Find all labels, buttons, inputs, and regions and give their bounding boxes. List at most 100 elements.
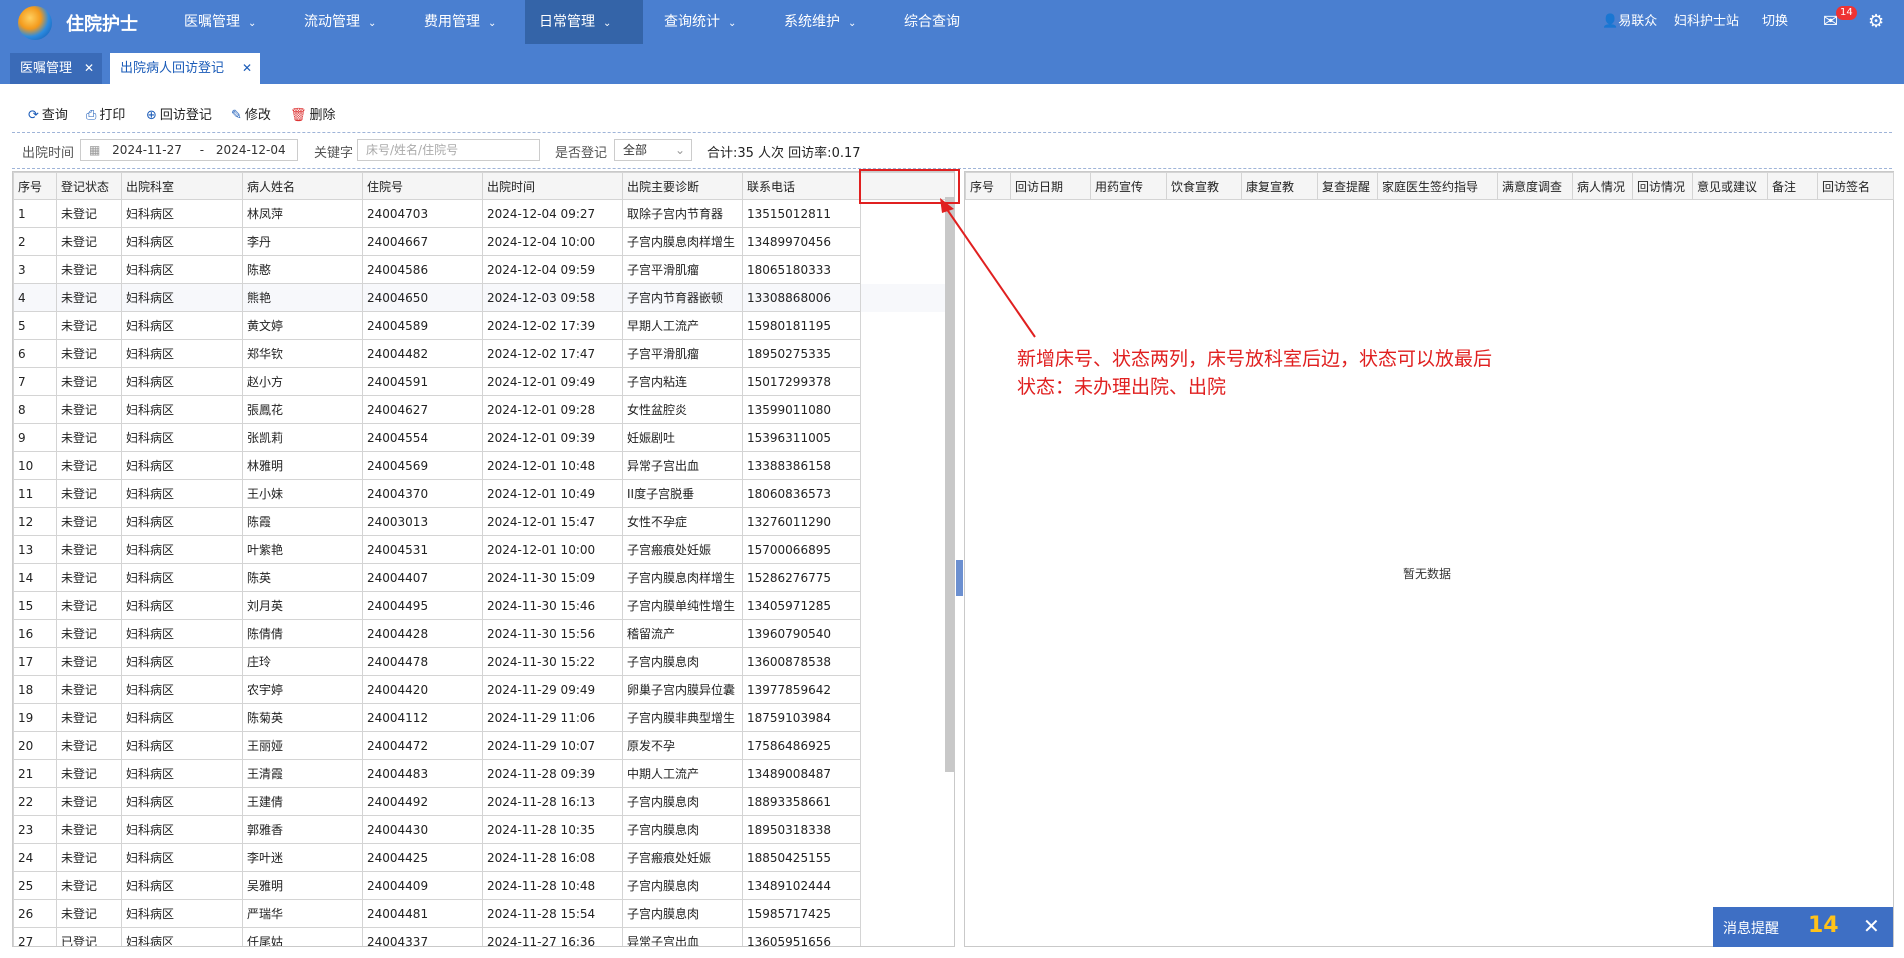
table-cell: 18060836573: [742, 479, 861, 508]
table-cell: 2024-12-04 10:00: [482, 227, 623, 256]
menu-flow-management[interactable]: 流动管理 ⌄: [290, 0, 410, 44]
table-row[interactable]: 20 未登记 妇科病区 王丽娅 24004472 2024-11-29 10:07 原发不孕…: [13, 731, 955, 760]
column-header[interactable]: 登记状态: [56, 172, 122, 200]
column-header[interactable]: 用药宣传: [1090, 172, 1167, 200]
table-row[interactable]: 16 未登记 妇科病区 陈倩倩 24004428 2024-11-30 15:56 稽留流产…: [13, 619, 955, 648]
message-reminder[interactable]: 消息提醒 14 ✕: [1713, 907, 1893, 947]
column-header[interactable]: 饮食宣教: [1166, 172, 1242, 200]
table-cell: 2024-11-30 15:46: [482, 591, 623, 620]
table-cell: 6: [13, 339, 57, 368]
edit-button[interactable]: ✎ 修改: [231, 104, 271, 123]
table-cell: 严瑞华: [242, 899, 363, 928]
table-row[interactable]: 22 未登记 妇科病区 王建倩 24004492 2024-11-28 16:13 子宫内膜…: [13, 787, 955, 816]
column-header[interactable]: 序号: [13, 172, 57, 200]
table-cell: 13308868006: [742, 283, 861, 312]
table-cell: 未登记: [56, 815, 122, 844]
menu-query-stats[interactable]: 查询统计 ⌄: [650, 0, 770, 44]
table-row[interactable]: 3 未登记 妇科病区 陈憨 24004586 2024-12-04 09:59 子宫平滑肌瘤…: [13, 255, 955, 284]
table-cell: 2024-11-28 16:08: [482, 843, 623, 872]
switch-button[interactable]: 切换: [1762, 0, 1788, 44]
query-button[interactable]: ⟳ 查询: [28, 104, 68, 123]
table-row[interactable]: 21 未登记 妇科病区 王清霞 24004483 2024-11-28 09:39 中期人工…: [13, 759, 955, 788]
column-header[interactable]: 住院号: [362, 172, 483, 200]
table-row[interactable]: 15 未登记 妇科病区 刘月英 24004495 2024-11-30 15:46 子宫内膜…: [13, 591, 955, 620]
table-row[interactable]: 9 未登记 妇科病区 张凯莉 24004554 2024-12-01 09:39 妊娠剧吐 1…: [13, 423, 955, 452]
table-row[interactable]: 4 未登记 妇科病区 熊艳 24004650 2024-12-03 09:58 子宫内节育器…: [13, 283, 954, 312]
table-cell: 妇科病区: [121, 479, 243, 508]
table-row[interactable]: 1 未登记 妇科病区 林凤萍 24004703 2024-12-04 09:27 取除子宫内…: [13, 199, 955, 228]
tab-order-management[interactable]: 医嘱管理 ✕: [10, 53, 102, 84]
gear-icon[interactable]: ⚙: [1868, 0, 1884, 44]
menu-order-management[interactable]: 医嘱管理 ⌄: [170, 0, 290, 44]
table-row[interactable]: 24 未登记 妇科病区 李叶迷 24004425 2024-11-28 16:08 子宫瘢痕…: [13, 843, 955, 872]
registered-label: 是否登记: [555, 146, 608, 161]
table-row[interactable]: 25 未登记 妇科病区 吴雅明 24004409 2024-11-28 10:48 子宫内膜…: [13, 871, 955, 900]
table-row[interactable]: 12 未登记 妇科病区 陈霞 24003013 2024-12-01 15:47 女性不孕症…: [13, 507, 955, 536]
column-header[interactable]: 回访签名: [1817, 172, 1894, 200]
table-row[interactable]: 2 未登记 妇科病区 李丹 24004667 2024-12-04 10:00 子宫内膜息肉…: [13, 227, 955, 256]
annotation-line-2: 状态：未办理出院、出院: [1017, 376, 1227, 398]
table-row[interactable]: 8 未登记 妇科病区 張鳳花 24004627 2024-12-01 09:28 女性盆腔炎…: [13, 395, 955, 424]
table-row[interactable]: 5 未登记 妇科病区 黄文婷 24004589 2024-12-02 17:39 早期人工流…: [13, 311, 955, 340]
table-cell: 2024-12-01 09:49: [482, 367, 623, 396]
table-row[interactable]: 17 未登记 妇科病区 庄玲 24004478 2024-11-30 15:22 子宫内膜息…: [13, 647, 955, 676]
table-cell: 稽留流产: [622, 619, 743, 648]
delete-button[interactable]: 🗑 删除: [290, 104, 336, 123]
registered-select[interactable]: 全部 ⌄: [614, 139, 692, 161]
column-header[interactable]: 病人姓名: [242, 172, 363, 200]
table-cell: 2024-12-02 17:39: [482, 311, 623, 340]
menu-comprehensive-query[interactable]: 综合查询: [890, 0, 990, 44]
menu-fee-management[interactable]: 费用管理 ⌄: [410, 0, 525, 44]
column-header[interactable]: 病人情况: [1572, 172, 1633, 200]
mail-icon[interactable]: ✉: [1823, 0, 1838, 44]
tab-discharge-revisit[interactable]: 出院病人回访登记 ✕: [110, 53, 260, 84]
table-row[interactable]: 27 已登记 妇科病区 任尾姑 24004337 2024-11-27 16:36 异常子宫…: [13, 927, 955, 946]
table-row[interactable]: 23 未登记 妇科病区 郭雅香 24004430 2024-11-28 10:35 子宫内膜…: [13, 815, 955, 844]
column-header[interactable]: 满意度调查: [1497, 172, 1573, 200]
column-header[interactable]: 联系电话: [742, 172, 861, 200]
table-cell: 女性盆腔炎: [622, 395, 743, 424]
table-cell: 妇科病区: [121, 367, 243, 396]
table-cell: 2: [13, 227, 57, 256]
table-cell: 17: [13, 647, 57, 676]
keyword-label: 关键字: [314, 146, 354, 161]
table-cell: 24004112: [362, 703, 483, 732]
table-row[interactable]: 6 未登记 妇科病区 郑华钦 24004482 2024-12-02 17:47 子宫平滑肌…: [13, 339, 955, 368]
close-icon[interactable]: ✕: [242, 53, 252, 84]
column-header[interactable]: 备注: [1767, 172, 1818, 200]
column-header[interactable]: 出院时间: [482, 172, 623, 200]
column-header[interactable]: 康复宣教: [1241, 172, 1318, 200]
table-cell: 24004478: [362, 647, 483, 676]
revisit-register-button[interactable]: ⊕ 回访登记: [146, 104, 212, 123]
table-cell: 早期人工流产: [622, 311, 743, 340]
table-row[interactable]: 18 未登记 妇科病区 农宇婷 24004420 2024-11-29 09:49 卵巢子宫…: [13, 675, 955, 704]
table-cell: 24004492: [362, 787, 483, 816]
column-header[interactable]: 回访情况: [1632, 172, 1693, 200]
column-header[interactable]: 家庭医生签约指导: [1377, 172, 1498, 200]
table-row[interactable]: 14 未登记 妇科病区 陈英 24004407 2024-11-30 15:09 子宫内膜息…: [13, 563, 955, 592]
table-cell: 郭雅香: [242, 815, 363, 844]
table-cell: 2024-12-01 10:48: [482, 451, 623, 480]
column-header[interactable]: 意见或建议: [1692, 172, 1768, 200]
table-cell-empty: [861, 536, 955, 564]
panel-splitter[interactable]: [956, 560, 963, 596]
close-icon[interactable]: ✕: [84, 53, 94, 84]
keyword-input[interactable]: 床号/姓名/住院号: [357, 139, 540, 161]
table-row[interactable]: 19 未登记 妇科病区 陈菊英 24004112 2024-11-29 11:06 子宫内膜…: [13, 703, 955, 732]
table-row[interactable]: 11 未登记 妇科病区 王小妹 24004370 2024-12-01 10:49 II度子…: [13, 479, 955, 508]
column-header[interactable]: 出院主要诊断: [622, 172, 743, 200]
close-icon[interactable]: ✕: [1863, 914, 1880, 938]
table-row[interactable]: 13 未登记 妇科病区 叶紫艳 24004531 2024-12-01 10:00 子宫瘢痕…: [13, 535, 955, 564]
revisit-record-table: 序号 回访日期 用药宣传 饮食宣教 康复宣教 复查提醒 家庭医生签约指导 满意度调查 病人情况回…: [964, 171, 1894, 947]
column-header[interactable]: 复查提醒: [1317, 172, 1378, 200]
menu-daily-management[interactable]: 日常管理 ⌄: [525, 0, 643, 44]
user-name[interactable]: 👤易联众: [1602, 0, 1657, 44]
print-button[interactable]: ⎙ 打印: [86, 104, 125, 123]
date-range-input[interactable]: ▦ 2024-11-27 - 2024-12-04: [80, 139, 298, 161]
table-row[interactable]: 7 未登记 妇科病区 赵小方 24004591 2024-12-01 09:49 子宫内粘连…: [13, 367, 955, 396]
summary-text: 合计:35 人次 回访率:0.17: [707, 146, 861, 161]
column-header[interactable]: 出院科室: [121, 172, 243, 200]
menu-system-maintenance[interactable]: 系统维护 ⌄: [770, 0, 890, 44]
table-row[interactable]: 10 未登记 妇科病区 林雅明 24004569 2024-12-01 10:48 异常子宫…: [13, 451, 955, 480]
table-row[interactable]: 26 未登记 妇科病区 严瑞华 24004481 2024-11-28 15:54 子宫内膜…: [13, 899, 955, 928]
